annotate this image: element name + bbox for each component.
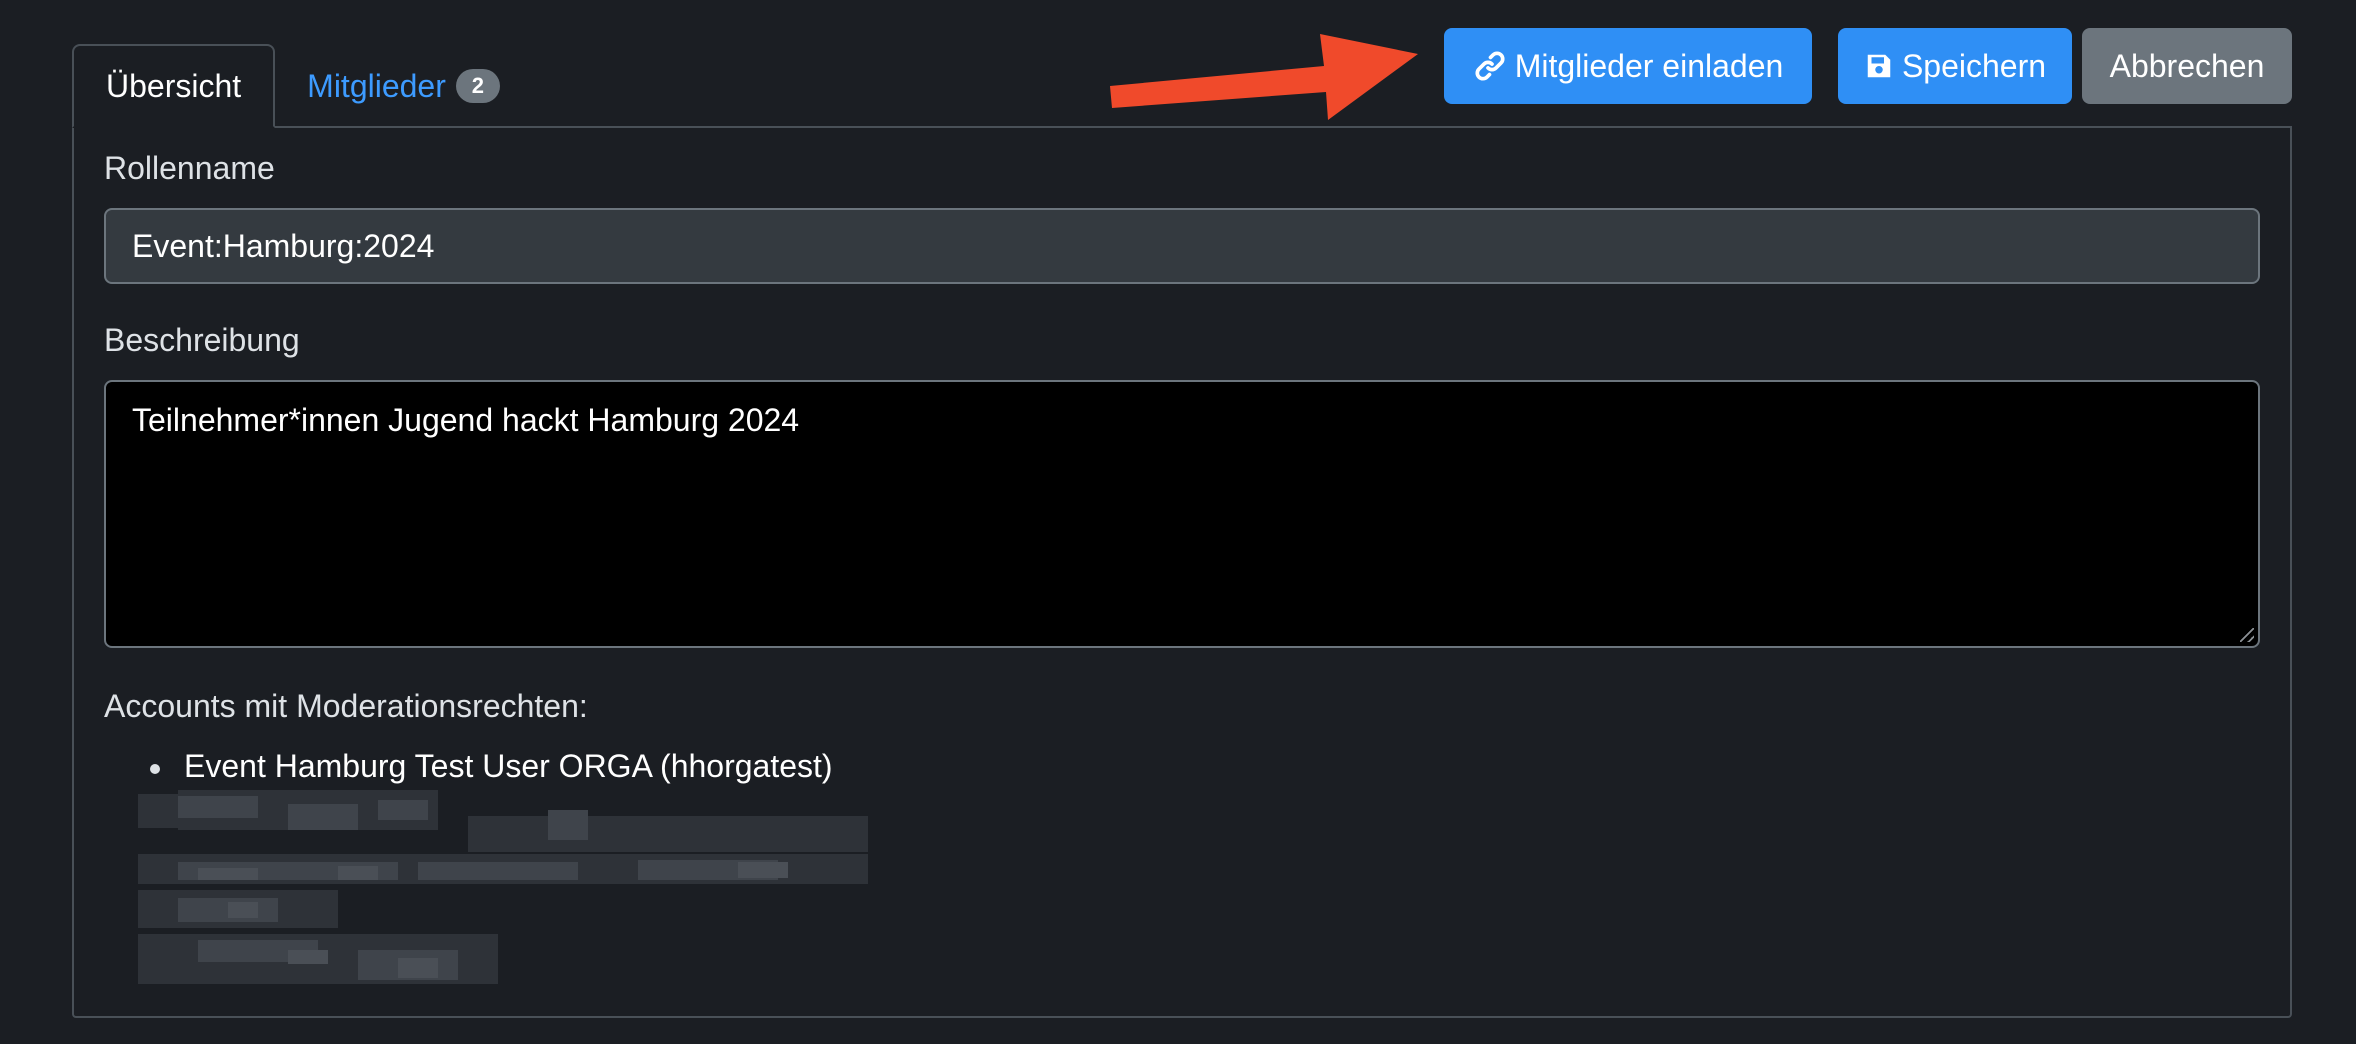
save-label: Speichern (1901, 47, 2047, 84)
floppy-disk-icon (1864, 51, 1894, 81)
list-item: Event Hamburg Test User ORGA (hhorgatest… (150, 748, 833, 785)
role-name-value: Event:Hamburg:2024 (132, 227, 435, 264)
tab-members[interactable]: Mitglieder 2 (275, 44, 532, 128)
moderators-list: Event Hamburg Test User ORGA (hhorgatest… (150, 748, 833, 785)
save-button[interactable]: Speichern (1838, 28, 2072, 104)
tab-overview[interactable]: Übersicht (72, 44, 276, 128)
description-textarea[interactable]: Teilnehmer*innen Jugend hackt Hamburg 20… (104, 380, 2260, 648)
tab-members-label: Mitglieder (307, 67, 446, 104)
role-name-label: Rollenname (104, 150, 275, 186)
tab-overview-label: Übersicht (106, 67, 242, 104)
link-icon (1473, 49, 1507, 83)
tab-bar: Übersicht Mitglieder 2 (72, 44, 532, 128)
invite-members-label: Mitglieder einladen (1514, 47, 1784, 84)
members-count-badge: 2 (455, 69, 500, 103)
moderators-heading: Accounts mit Moderationsrechten: (104, 688, 588, 724)
role-name-input[interactable]: Event:Hamburg:2024 (104, 208, 2260, 284)
description-value: Teilnehmer*innen Jugend hackt Hamburg 20… (132, 402, 800, 438)
resize-grip-icon[interactable] (2240, 628, 2254, 642)
description-label: Beschreibung (104, 322, 300, 358)
cancel-button[interactable]: Abbrechen (2082, 28, 2292, 104)
cancel-label: Abbrechen (2109, 47, 2265, 84)
redacted-entries (138, 790, 868, 984)
annotation-arrow (1110, 34, 1418, 120)
invite-members-button[interactable]: Mitglieder einladen (1444, 28, 1812, 104)
